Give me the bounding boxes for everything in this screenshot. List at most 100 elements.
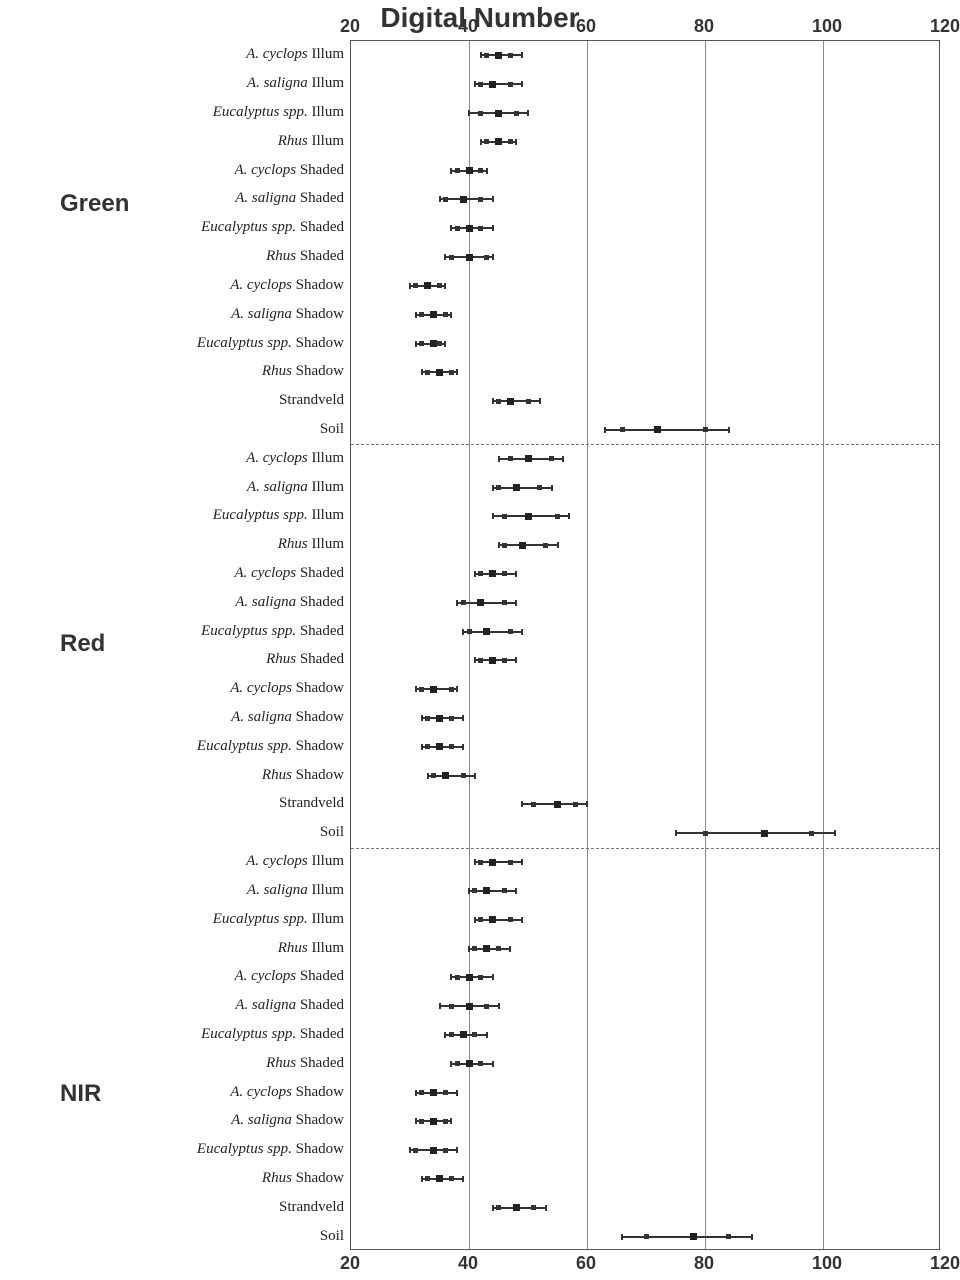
category-label: A. cyclops Shaded: [234, 963, 344, 989]
category-label: Rhus Shaded: [266, 243, 344, 269]
category-label: A. saligna Shadow: [231, 704, 344, 730]
x-tick: 60: [576, 1253, 596, 1274]
category-label: Rhus Illum: [278, 935, 344, 961]
category-label: A. saligna Shaded: [235, 185, 344, 211]
data-row: [351, 244, 939, 270]
data-row: [351, 446, 939, 472]
x-tick: 100: [812, 16, 842, 37]
category-label: Rhus Shaded: [266, 646, 344, 672]
data-row: [351, 388, 939, 414]
data-row: [351, 71, 939, 97]
data-row: [351, 1051, 939, 1077]
data-row: [351, 215, 939, 241]
category-label: A. saligna Illum: [247, 474, 344, 500]
category-label: A. saligna Shaded: [235, 992, 344, 1018]
x-tick: 100: [812, 1253, 842, 1274]
category-label: A. cyclops Illum: [246, 41, 344, 67]
data-row: [351, 993, 939, 1019]
data-row: [351, 590, 939, 616]
data-row: [351, 1108, 939, 1134]
panel-label-nir: NIR: [60, 1080, 101, 1108]
panel-label-green: Green: [60, 190, 129, 218]
category-label: Eucalyptus spp. Illum: [213, 502, 344, 528]
x-tick: 120: [930, 16, 960, 37]
data-row: [351, 273, 939, 299]
data-row: [351, 100, 939, 126]
data-row: [351, 359, 939, 385]
category-label: Eucalyptus spp. Illum: [213, 99, 344, 125]
data-row: [351, 1022, 939, 1048]
x-tick: 60: [576, 16, 596, 37]
plot-area: [350, 40, 940, 1250]
x-tick: 80: [694, 16, 714, 37]
data-row: [351, 158, 939, 184]
data-row: [351, 820, 939, 846]
data-row: [351, 129, 939, 155]
category-label: Strandveld: [279, 790, 344, 816]
panel-label-red: Red: [60, 630, 105, 658]
category-label: A. cyclops Shadow: [230, 675, 344, 701]
category-label: Strandveld: [279, 387, 344, 413]
category-label: A. cyclops Illum: [246, 848, 344, 874]
data-row: [351, 619, 939, 645]
category-label: Soil: [320, 416, 344, 442]
category-label: Rhus Illum: [278, 531, 344, 557]
category-label: A. saligna Shaded: [235, 589, 344, 615]
x-tick: 20: [340, 16, 360, 37]
data-row: [351, 647, 939, 673]
category-label: A. cyclops Shadow: [230, 1079, 344, 1105]
data-row: [351, 705, 939, 731]
x-tick: 20: [340, 1253, 360, 1274]
data-row: [351, 936, 939, 962]
category-label: Eucalyptus spp. Shaded: [201, 214, 344, 240]
category-label: Rhus Illum: [278, 128, 344, 154]
data-row: [351, 763, 939, 789]
x-tick: 120: [930, 1253, 960, 1274]
axis-title: Digital Number: [380, 2, 579, 34]
data-row: [351, 1195, 939, 1221]
data-row: [351, 907, 939, 933]
category-label: Strandveld: [279, 1194, 344, 1220]
category-label: A. cyclops Illum: [246, 445, 344, 471]
category-label: A. cyclops Shaded: [234, 157, 344, 183]
category-label: Eucalyptus spp. Illum: [213, 906, 344, 932]
data-row: [351, 475, 939, 501]
category-label: A. saligna Illum: [247, 877, 344, 903]
x-tick: 80: [694, 1253, 714, 1274]
category-label: A. saligna Shadow: [231, 301, 344, 327]
data-row: [351, 734, 939, 760]
category-label: Soil: [320, 1223, 344, 1249]
category-label: Rhus Shadow: [262, 762, 344, 788]
data-row: [351, 878, 939, 904]
data-row: [351, 42, 939, 68]
data-row: [351, 849, 939, 875]
x-tick: 40: [458, 1253, 478, 1274]
category-label: Eucalyptus spp. Shaded: [201, 618, 344, 644]
data-row: [351, 964, 939, 990]
category-label: Rhus Shadow: [262, 358, 344, 384]
data-row: [351, 503, 939, 529]
category-label: A. saligna Shadow: [231, 1107, 344, 1133]
category-label: A. cyclops Shadow: [230, 272, 344, 298]
data-row: [351, 1137, 939, 1163]
data-row: [351, 561, 939, 587]
data-row: [351, 1166, 939, 1192]
data-row: [351, 676, 939, 702]
category-label: Rhus Shadow: [262, 1165, 344, 1191]
data-row: [351, 1224, 939, 1250]
x-tick: 40: [458, 16, 478, 37]
data-row: [351, 532, 939, 558]
category-label: Eucalyptus spp. Shaded: [201, 1021, 344, 1047]
category-label: Eucalyptus spp. Shadow: [197, 1136, 344, 1162]
category-label: Soil: [320, 819, 344, 845]
data-row: [351, 1080, 939, 1106]
category-label: A. saligna Illum: [247, 70, 344, 96]
data-row: [351, 186, 939, 212]
category-label: Eucalyptus spp. Shadow: [197, 733, 344, 759]
data-row: [351, 791, 939, 817]
category-label: Eucalyptus spp. Shadow: [197, 330, 344, 356]
category-label: Rhus Shaded: [266, 1050, 344, 1076]
data-row: [351, 417, 939, 443]
data-row: [351, 302, 939, 328]
data-row: [351, 331, 939, 357]
